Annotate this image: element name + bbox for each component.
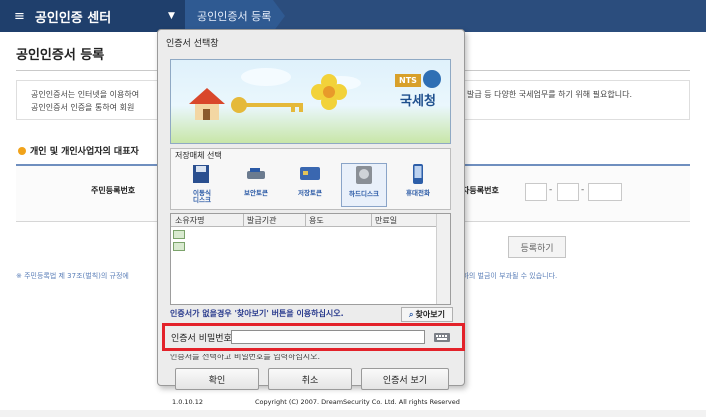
media-hard-disk[interactable]: 하드디스크: [341, 163, 387, 207]
cloud-shape: [241, 68, 291, 86]
media-label: 이동식 디스크: [193, 189, 211, 204]
key-icon: [231, 97, 303, 113]
certificate-list[interactable]: 소유자명 발급기관 용도 만료일: [170, 213, 451, 305]
page-footer-strip: [0, 410, 706, 417]
media-label: 휴대전화: [406, 189, 430, 197]
security-token-icon: [247, 168, 265, 179]
media-smart-card[interactable]: 저장토큰: [287, 163, 333, 207]
business-number-label: 자등록번호: [462, 186, 499, 195]
business-number-field-2[interactable]: [557, 183, 579, 201]
media-security-token[interactable]: 보안토큰: [233, 163, 279, 207]
register-button[interactable]: 등록하기: [508, 236, 566, 258]
chevron-down-icon[interactable]: ▼: [168, 11, 175, 21]
nts-banner: NTS 국세청: [170, 59, 451, 144]
menu-label: 공인인증 센터: [34, 10, 112, 26]
media-mobile-phone[interactable]: 휴대전화: [395, 163, 441, 207]
hard-disk-icon: [356, 166, 372, 184]
find-button[interactable]: ⌕ 찾아보기: [401, 307, 453, 322]
mobile-phone-icon: [413, 164, 423, 184]
cancel-button[interactable]: 취소: [268, 368, 352, 390]
column-divider: [243, 214, 244, 227]
smart-card-icon: [300, 167, 320, 180]
notice-line-1-right: 발급 등 다양한 국세업무를 하기 위해 필요합니다.: [467, 90, 632, 99]
breadcrumb-label: 공인인증서 등록: [197, 10, 272, 23]
version-text: 1.0.10.12: [172, 398, 204, 406]
column-owner[interactable]: 소유자명: [175, 215, 204, 226]
top-navigation-bar: ≡ 공인인증 센터 ▼ 공인인증서 등록: [0, 0, 706, 32]
certificate-row-icon[interactable]: [173, 242, 185, 251]
nts-org: 국세청: [400, 93, 436, 109]
footnote-left: ※ 주민등록법 제 37조(벌칙)의 규정에: [16, 272, 129, 280]
media-label: 보안토큰: [244, 189, 268, 197]
page-title: 공인인증서 등록: [16, 48, 105, 63]
media-label: 하드디스크: [349, 190, 379, 198]
password-hint: 인증서를 선택하고 비밀번호를 입력하십시오.: [170, 352, 321, 361]
dialog-title: 인증서 선택창: [166, 39, 219, 49]
hamburger-icon: ≡: [14, 8, 25, 24]
certificate-row-icon[interactable]: [173, 230, 185, 239]
keyboard-icon[interactable]: [433, 330, 451, 344]
view-certificate-button[interactable]: 인증서 보기: [361, 368, 449, 390]
media-removable-disk[interactable]: 이동식 디스크: [179, 163, 225, 207]
storage-label: 저장매체 선택: [175, 151, 222, 160]
column-divider: [371, 214, 372, 227]
media-label: 저장토큰: [298, 189, 322, 197]
ok-button[interactable]: 확인: [175, 368, 259, 390]
notice-line-1: 공인인증서는 인터넷을 이용하여: [31, 90, 140, 99]
find-hint: 인증서가 없을경우 '찾아보기' 버튼을 이용하십시오.: [170, 309, 344, 318]
nts-logo: NTS 국세청: [392, 68, 444, 109]
business-number-field-3[interactable]: [588, 183, 622, 201]
section-heading-label: 개인 및 개인사업자의 대표자: [30, 147, 139, 157]
menu-button[interactable]: ≡ 공인인증 센터 ▼: [0, 0, 185, 32]
separator-dash: -: [581, 185, 585, 195]
breadcrumb[interactable]: 공인인증서 등록: [185, 0, 285, 32]
column-expiry[interactable]: 만료일: [375, 215, 397, 226]
password-highlight: 인증서 비밀번호: [162, 323, 465, 351]
resident-number-label: 주민등록번호: [91, 186, 136, 195]
flower-icon: [311, 74, 347, 110]
search-icon: ⌕: [409, 309, 414, 319]
emblem-icon: [422, 69, 441, 88]
certificate-dialog: 인증서 선택창 NTS 국세청 저장매체 선택 이동식 디스크 보안토큰 저장토…: [157, 29, 465, 406]
nts-brand: NTS: [395, 74, 421, 87]
storage-selector: 저장매체 선택 이동식 디스크 보안토큰 저장토큰 하드디스크 휴대전화: [170, 148, 451, 210]
list-header: 소유자명 발급기관 용도 만료일: [171, 214, 437, 227]
scrollbar[interactable]: [436, 214, 450, 304]
column-issuer[interactable]: 발급기관: [247, 215, 276, 226]
password-input[interactable]: [231, 330, 425, 344]
separator-dash: -: [549, 185, 553, 195]
copyright-text: Copyright (C) 2007. DreamSecurity Co. Lt…: [255, 398, 460, 406]
house-icon: [189, 88, 225, 120]
find-button-label: 찾아보기: [415, 310, 445, 319]
column-divider: [305, 214, 306, 227]
notice-line-2: 공인인증서 인증을 통하여 회원: [31, 103, 135, 112]
business-number-field-1[interactable]: [525, 183, 547, 201]
bullet-icon: [18, 146, 26, 155]
footnote-right: 이하의 벌금이 부과될 수 있습니다.: [456, 272, 558, 280]
column-usage[interactable]: 용도: [309, 215, 324, 226]
password-label: 인증서 비밀번호: [171, 334, 232, 344]
section-heading: 개인 및 개인사업자의 대표자: [18, 144, 139, 157]
removable-disk-icon: [193, 165, 209, 183]
